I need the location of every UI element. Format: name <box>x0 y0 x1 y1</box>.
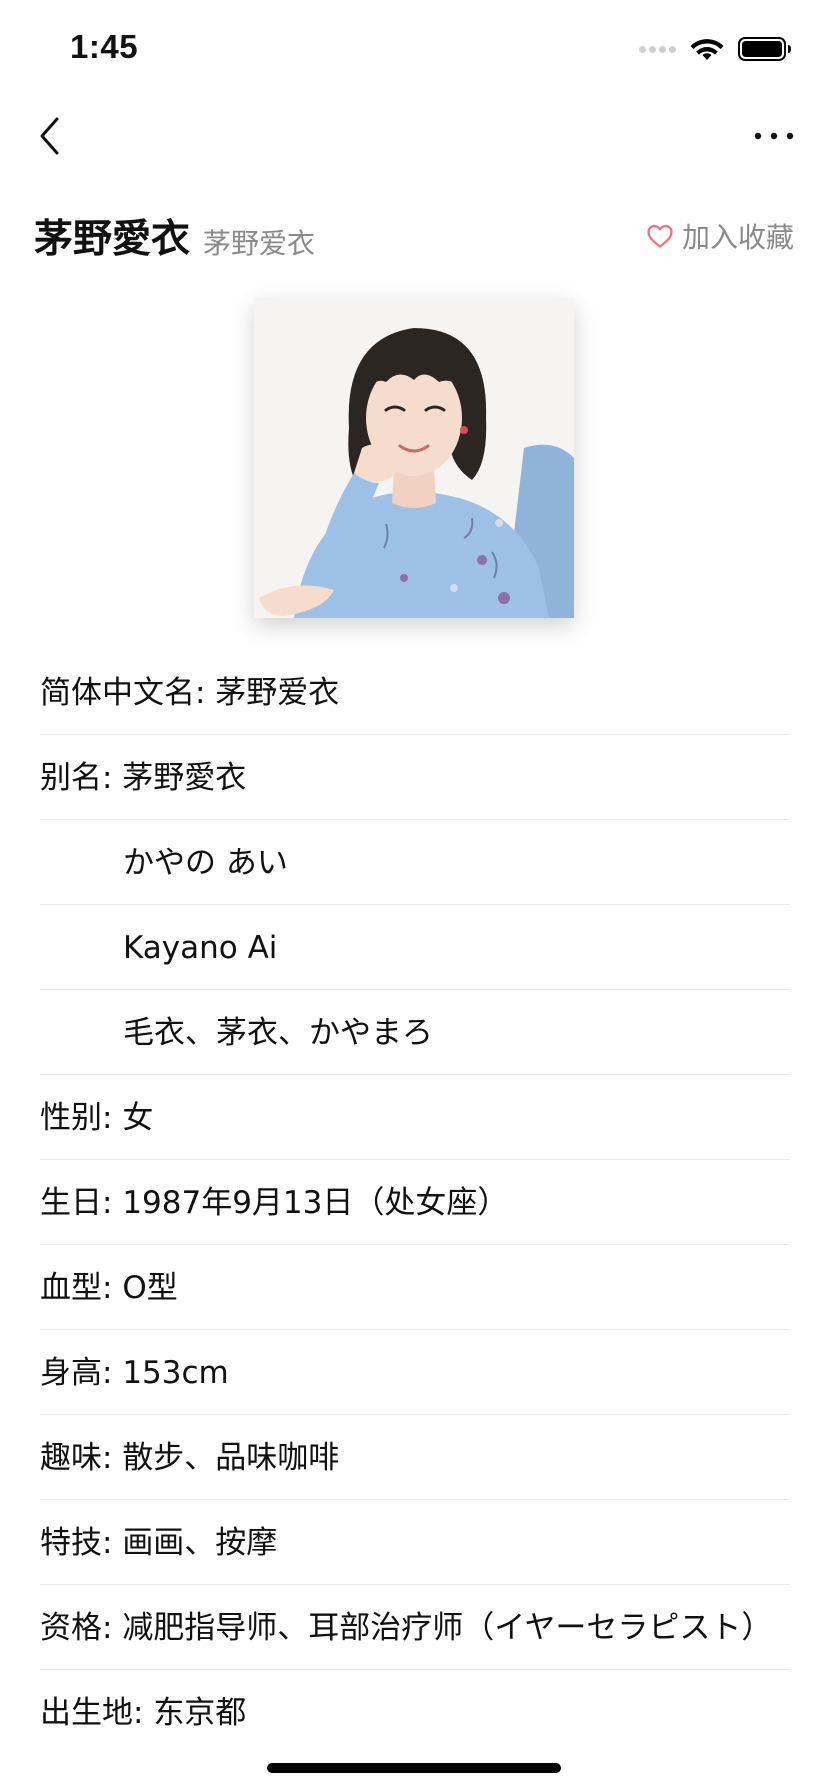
info-value: 茅野爱衣 <box>215 675 340 711</box>
info-row-skill: 特技: 画画、按摩 <box>40 1500 790 1585</box>
info-row-alias-continuation: 毛衣、茅衣、かやまろ <box>40 990 790 1075</box>
info-value: 毛衣、茅衣、かやまろ <box>123 1015 433 1051</box>
status-icons <box>639 34 792 64</box>
info-value: かやの あい <box>123 845 288 881</box>
avatar[interactable] <box>254 298 574 618</box>
info-row-alias-continuation: Kayano Ai <box>40 905 790 990</box>
info-value: 1987年9月13日（处女座） <box>122 1185 509 1221</box>
info-label: 别名 <box>40 760 102 796</box>
info-value: 减肥指导师、耳部治疗师（イヤーセラピスト） <box>122 1610 773 1646</box>
nav-bar <box>0 100 828 190</box>
info-label: 身高 <box>40 1355 102 1391</box>
info-label: 出生地 <box>40 1695 133 1731</box>
info-row-birthday: 生日: 1987年9月13日（处女座） <box>40 1160 790 1245</box>
battery-icon <box>738 37 791 61</box>
info-row-hobby: 趣味: 散步、品味咖啡 <box>40 1415 790 1500</box>
info-value: 东京都 <box>153 1695 247 1731</box>
status-time: 1:45 <box>70 28 139 65</box>
info-row-alias-continuation: かやの あい <box>40 820 790 905</box>
info-label: 血型 <box>40 1270 102 1306</box>
profile-info-list: 简体中文名: 茅野爱衣 别名: 茅野愛衣 かやの あい Kayano Ai 毛衣… <box>40 650 790 1754</box>
info-value: 画画、按摩 <box>122 1525 278 1561</box>
info-row-height: 身高: 153cm <box>40 1330 790 1415</box>
info-value: 女 <box>122 1100 154 1136</box>
info-label: 特技 <box>40 1525 102 1561</box>
info-value: 153cm <box>122 1355 229 1391</box>
info-row-birthplace: 出生地: 东京都 <box>40 1670 790 1754</box>
info-label: 性别 <box>40 1100 102 1136</box>
add-favorite-label: 加入收藏 <box>681 221 794 254</box>
info-row-qualification: 资格: 减肥指导师、耳部治疗师（イヤーセラピスト） <box>40 1585 790 1670</box>
info-label: 资格 <box>40 1610 102 1646</box>
info-row-alias: 别名: 茅野愛衣 <box>40 735 790 820</box>
info-row-blood-type: 血型: O型 <box>40 1245 790 1330</box>
back-button[interactable] <box>24 110 76 162</box>
add-favorite-button[interactable]: 加入收藏 <box>646 216 794 256</box>
info-value: 散步、品味咖啡 <box>122 1440 340 1476</box>
info-row-gender: 性别: 女 <box>40 1075 790 1160</box>
status-bar: 1:45 <box>0 0 828 100</box>
home-indicator[interactable] <box>267 1763 561 1773</box>
heart-outline-icon <box>647 224 673 248</box>
info-row-chinese-name: 简体中文名: 茅野爱衣 <box>40 650 790 735</box>
info-label: 趣味 <box>40 1440 102 1476</box>
title-row: 茅野愛衣 茅野爱衣 加入收藏 <box>34 206 794 266</box>
info-value: O型 <box>122 1270 178 1306</box>
cellular-signal-icon <box>639 45 676 53</box>
info-value: 茅野愛衣 <box>122 760 247 796</box>
more-button[interactable] <box>744 114 804 158</box>
page-subtitle: 茅野爱衣 <box>203 227 316 260</box>
info-label: 简体中文名 <box>40 675 195 711</box>
portrait-photo <box>254 298 574 618</box>
chevron-left-icon <box>40 117 59 155</box>
info-label: 生日 <box>40 1185 102 1221</box>
info-value: Kayano Ai <box>123 930 278 966</box>
page-title: 茅野愛衣 <box>34 217 191 262</box>
ellipsis-icon <box>754 132 794 140</box>
wifi-icon <box>690 39 724 60</box>
